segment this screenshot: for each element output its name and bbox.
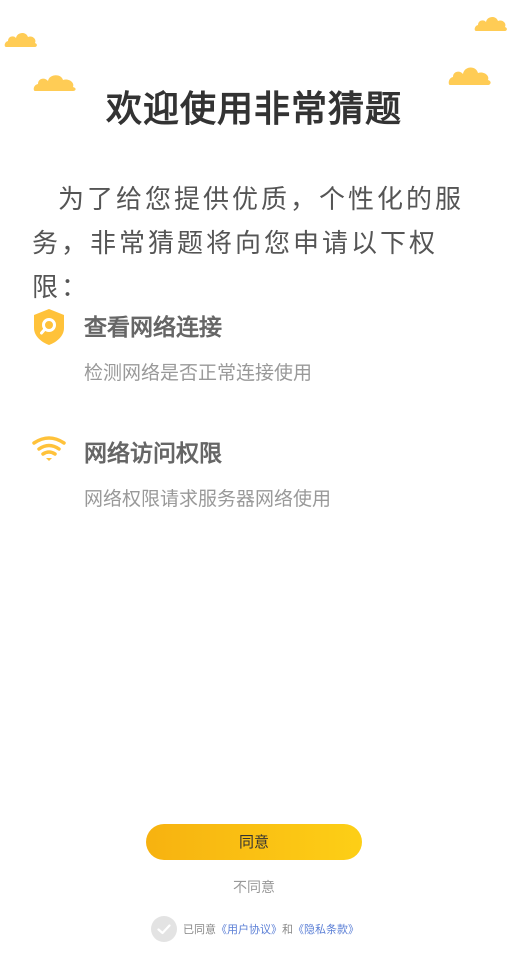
permission-description: 网络权限请求服务器网络使用 (84, 488, 332, 510)
consent-row: 已同意 《用户协议》 和 《隐私条款》 (151, 915, 359, 943)
user-agreement-link[interactable]: 《用户协议》 (216, 921, 282, 937)
permission-item-network-state: 查看网络连接 检测网络是否正常连接使用 (32, 308, 492, 388)
shield-search-icon (34, 309, 64, 345)
page-title: 欢迎使用非常猜题 (105, 89, 402, 130)
disagree-button[interactable]: 不同意 (0, 877, 508, 897)
consent-conjunction: 和 (282, 923, 293, 936)
consent-checkbox[interactable] (151, 916, 177, 942)
permission-description: 检测网络是否正常连接使用 (84, 362, 313, 384)
agree-button[interactable]: 同意 (146, 824, 362, 860)
permission-title: 查看网络连接 (84, 315, 222, 341)
privacy-policy-link[interactable]: 《隐私条款》 (293, 921, 359, 937)
permission-title: 网络访问权限 (84, 441, 222, 467)
permission-item-network-access: 网络访问权限 网络权限请求服务器网络使用 (32, 434, 492, 514)
cloud-decoration-top-right (474, 16, 507, 31)
permission-intro-text: 为了给您提供优质，个性化的服务，非常猜题将向您申请以下权限： (32, 185, 465, 303)
checkmark-icon (157, 923, 171, 934)
cloud-decoration-top-left (4, 32, 37, 47)
consent-prefix: 已同意 (183, 923, 216, 936)
wifi-icon (32, 436, 66, 461)
